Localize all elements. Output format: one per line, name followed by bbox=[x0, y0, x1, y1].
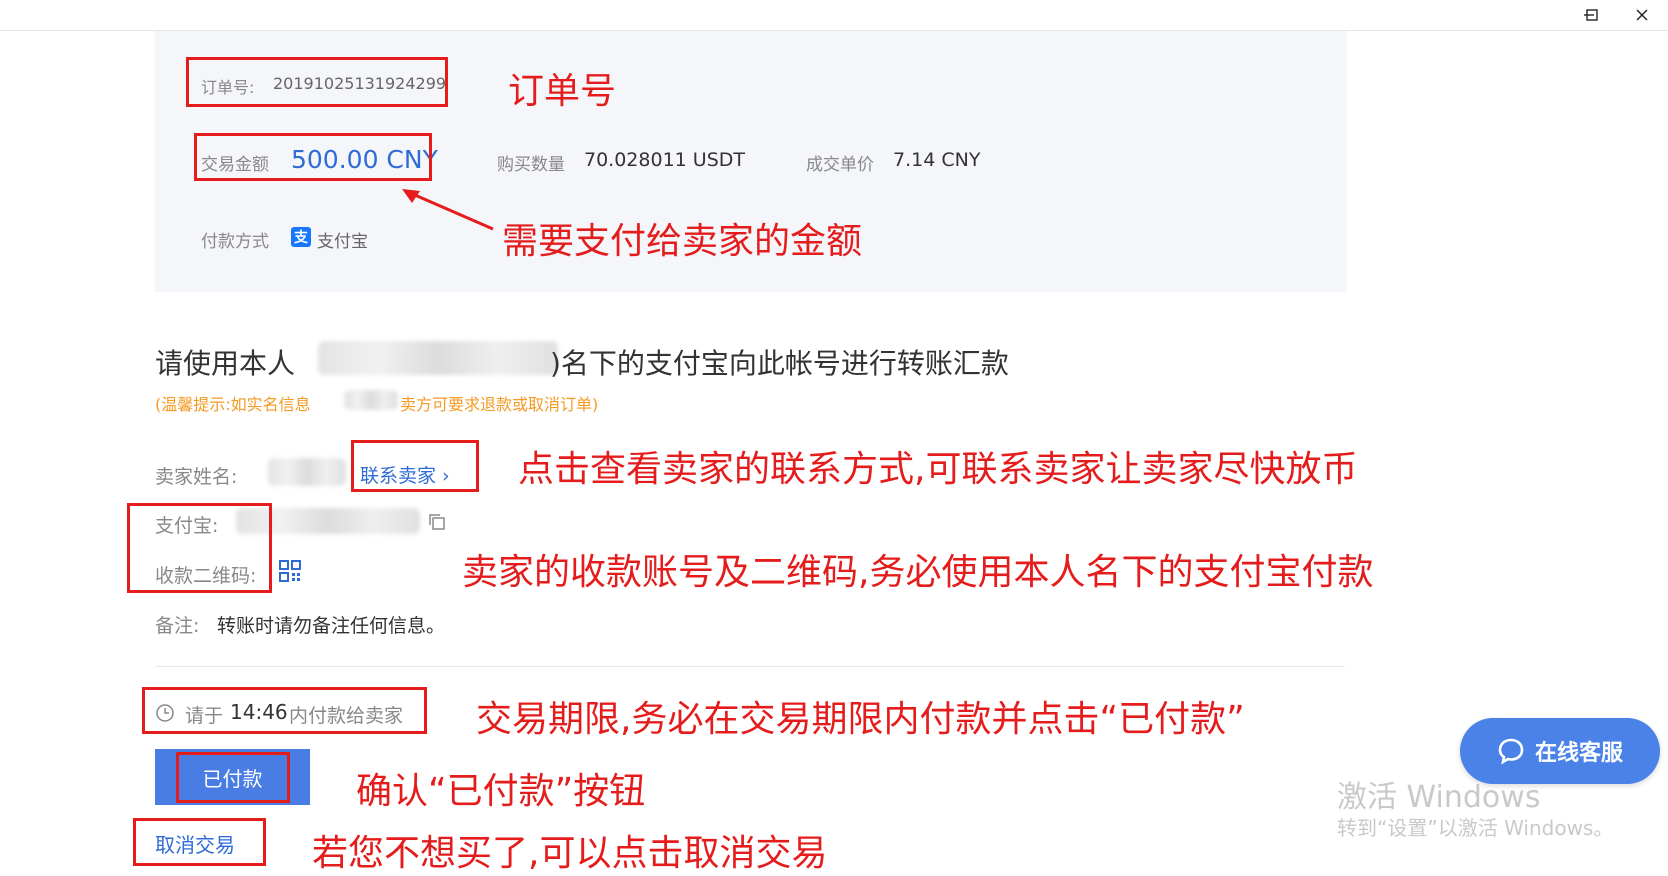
transfer-heading-prefix: 请使用本人 bbox=[155, 347, 296, 380]
maximize-button[interactable] bbox=[1570, 2, 1614, 28]
annotation-box-deadline bbox=[142, 687, 427, 734]
annotation-contact: 点击查看卖家的联系方式,可联系卖家让卖家尽快放币 bbox=[518, 449, 1358, 490]
payment-method-label: 付款方式 bbox=[201, 232, 269, 252]
activate-windows-subtitle: 转到“设置”以激活 Windows。 bbox=[1337, 816, 1614, 840]
annotation-box-account bbox=[127, 503, 272, 593]
tip-text-prefix: (温馨提示:如实名信息 bbox=[155, 395, 311, 414]
payment-method-value: 支付宝 bbox=[317, 232, 368, 252]
close-icon bbox=[1636, 9, 1648, 21]
maximize-icon bbox=[1586, 9, 1598, 21]
annotation-amount: 需要支付给卖家的金额 bbox=[502, 221, 863, 262]
annotation-paid: 确认“已付款”按钮 bbox=[356, 771, 646, 812]
chat-bubble-icon bbox=[1498, 738, 1524, 765]
annotation-cancel: 若您不想买了,可以点击取消交易 bbox=[312, 833, 828, 874]
redacted-tip bbox=[344, 390, 398, 410]
seller-name-label: 卖家姓名: bbox=[155, 466, 238, 488]
annotation-box-contact bbox=[351, 440, 479, 492]
transfer-heading-suffix: )名下的支付宝向此帐号进行转账汇款 bbox=[550, 347, 1009, 380]
close-button[interactable] bbox=[1620, 2, 1664, 28]
alipay-icon: 支 bbox=[291, 227, 311, 247]
divider bbox=[155, 666, 1345, 667]
tip-text-suffix: 卖方可要求退款或取消订单) bbox=[400, 395, 599, 414]
redacted-seller-name bbox=[268, 458, 346, 486]
activate-windows-title: 激活 Windows bbox=[1337, 780, 1541, 815]
annotation-account: 卖家的收款账号及二维码,务必使用本人名下的支付宝付款 bbox=[462, 552, 1374, 593]
remark-value: 转账时请勿备注任何信息。 bbox=[217, 615, 446, 637]
remark-label: 备注: bbox=[155, 615, 200, 637]
annotation-box-paid bbox=[176, 752, 290, 803]
unit-price-label: 成交单价 bbox=[806, 155, 874, 175]
unit-price-value: 7.14 CNY bbox=[893, 149, 981, 171]
annotation-box-amount bbox=[194, 133, 432, 181]
annotation-box-cancel bbox=[133, 818, 266, 866]
qrcode-icon[interactable] bbox=[279, 560, 301, 586]
annotation-arrow bbox=[402, 189, 494, 231]
copy-icon[interactable] bbox=[428, 513, 446, 535]
online-support-label: 在线客服 bbox=[1534, 741, 1623, 766]
annotation-order-no: 订单号 bbox=[508, 71, 617, 112]
window-titlebar bbox=[0, 0, 1668, 31]
quantity-value: 70.028011 USDT bbox=[584, 149, 745, 171]
annotation-deadline: 交易期限,务必在交易期限内付款并点击“已付款” bbox=[476, 699, 1245, 740]
redacted-name bbox=[318, 341, 558, 375]
quantity-label: 购买数量 bbox=[497, 155, 565, 175]
annotation-box-order-no bbox=[186, 57, 448, 107]
